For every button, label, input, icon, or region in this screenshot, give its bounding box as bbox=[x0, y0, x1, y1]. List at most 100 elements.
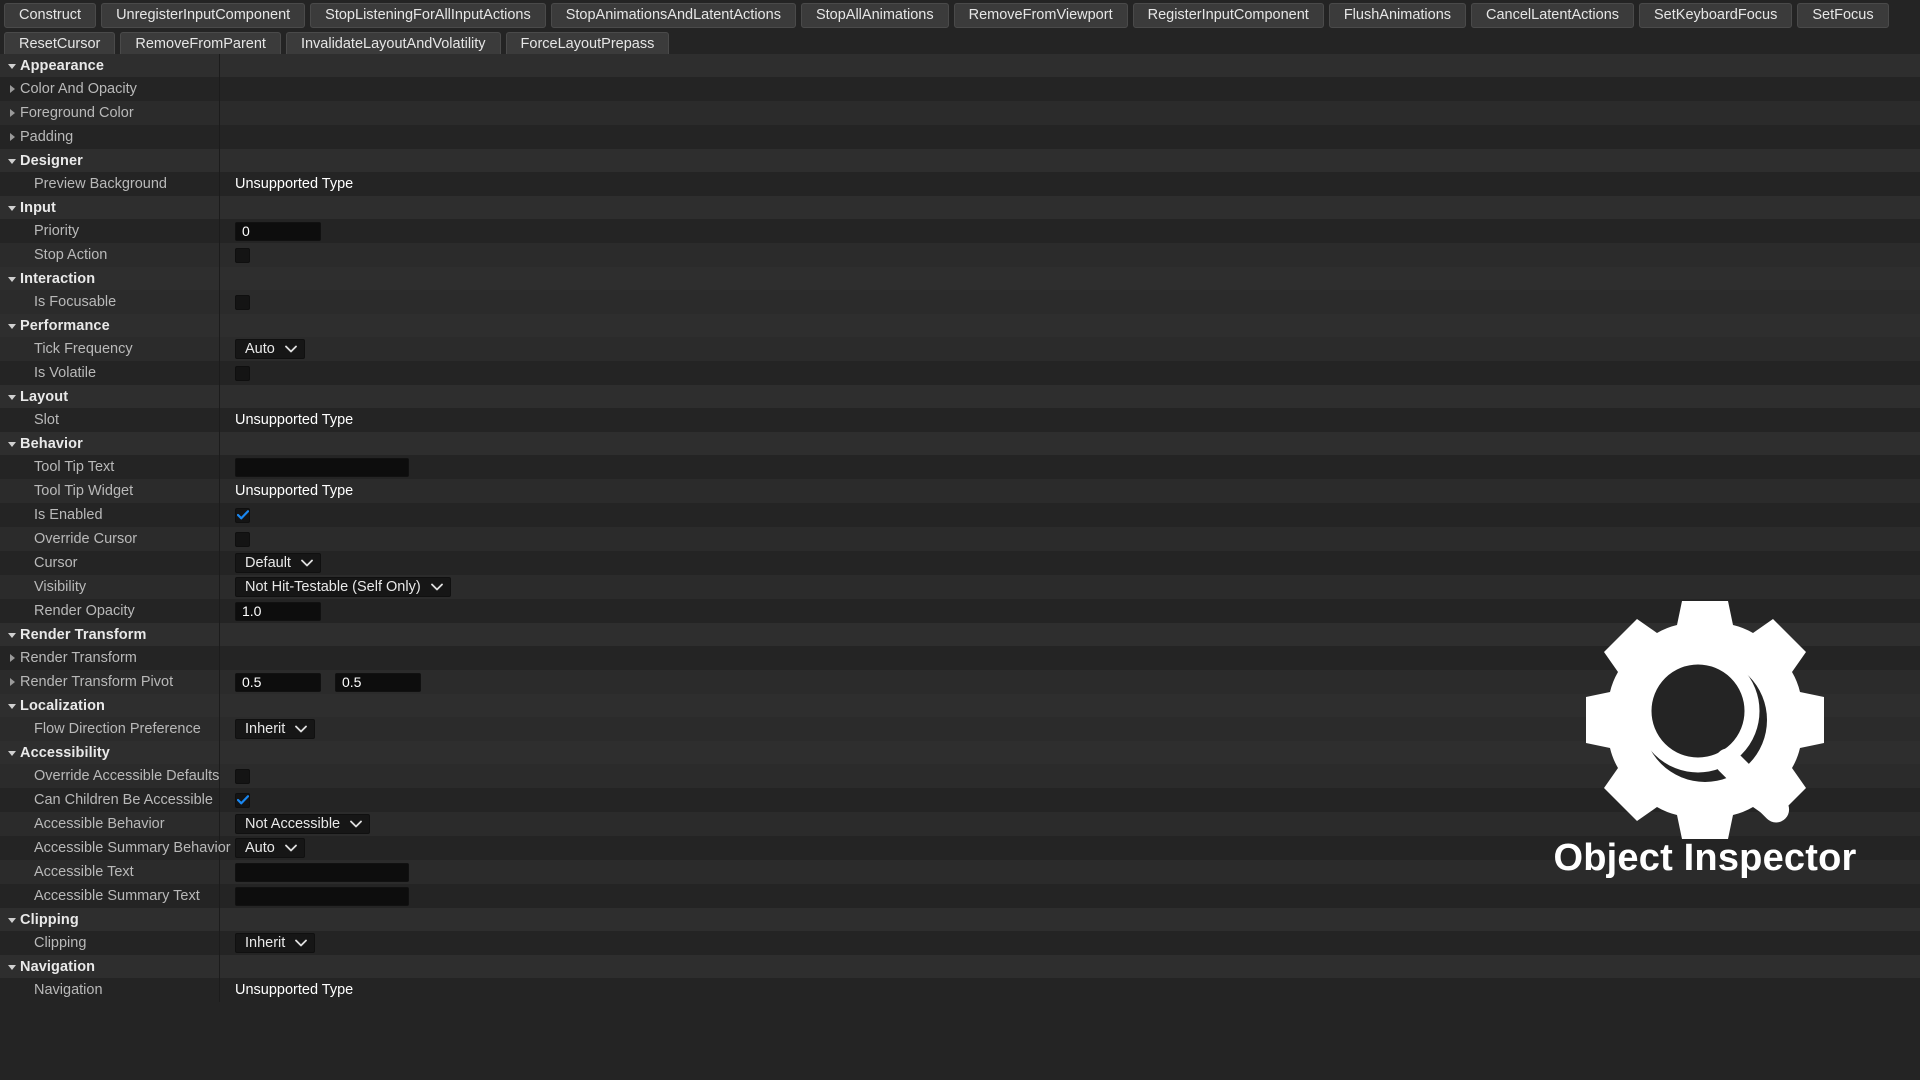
category-header-input[interactable]: Input bbox=[0, 196, 1920, 219]
function-button-resetcursor[interactable]: ResetCursor bbox=[4, 32, 116, 54]
property-label-cell: Tick Frequency bbox=[0, 337, 220, 361]
chevron-down-icon[interactable] bbox=[6, 202, 18, 214]
is-enabled-checkbox[interactable] bbox=[235, 507, 250, 523]
property-value-cell: Unsupported Type bbox=[220, 172, 1920, 196]
property-label: Render Opacity bbox=[34, 603, 135, 619]
function-button-removefromviewport[interactable]: RemoveFromViewport bbox=[953, 3, 1128, 28]
function-button-invalidatelayoutandvolatility[interactable]: InvalidateLayoutAndVolatility bbox=[285, 32, 501, 54]
flow-direction-preference-dropdown[interactable]: Inherit bbox=[235, 719, 316, 739]
function-button-forcelayoutprepass[interactable]: ForceLayoutPrepass bbox=[505, 32, 670, 54]
property-label: Preview Background bbox=[34, 176, 167, 192]
chevron-right-icon[interactable] bbox=[6, 676, 18, 688]
category-header-accessibility[interactable]: Accessibility bbox=[0, 741, 1920, 764]
chevron-down-icon[interactable] bbox=[6, 273, 18, 285]
accessible-summary-text-input[interactable] bbox=[235, 886, 409, 906]
function-button-stoplisteningforallinputactions[interactable]: StopListeningForAllInputActions bbox=[310, 3, 546, 28]
accessible-text-input[interactable] bbox=[235, 862, 409, 882]
category-header-navigation[interactable]: Navigation bbox=[0, 955, 1920, 978]
category-label-cell[interactable]: Input bbox=[0, 196, 220, 219]
chevron-down-icon[interactable] bbox=[6, 320, 18, 332]
category-label-cell[interactable]: Designer bbox=[0, 149, 220, 172]
category-header-appearance[interactable]: Appearance bbox=[0, 54, 1920, 77]
stop-action-checkbox[interactable] bbox=[235, 247, 250, 263]
chevron-down-icon[interactable] bbox=[6, 438, 18, 450]
property-row-accessible-summary-behavior: Accessible Summary Behavior Auto bbox=[0, 836, 1920, 860]
property-row-override-cursor: Override Cursor bbox=[0, 527, 1920, 551]
chevron-right-icon[interactable] bbox=[6, 652, 18, 664]
render-transform-pivot-x-input[interactable] bbox=[235, 672, 321, 692]
tool-tip-text-input[interactable] bbox=[235, 457, 409, 477]
category-label-cell[interactable]: Accessibility bbox=[0, 741, 220, 764]
unsupported-type-value: Unsupported Type bbox=[235, 483, 354, 499]
function-button-cancellatentactions[interactable]: CancelLatentActions bbox=[1471, 3, 1635, 28]
priority-input[interactable] bbox=[235, 221, 321, 241]
category-header-designer[interactable]: Designer bbox=[0, 149, 1920, 172]
property-label-cell: Can Children Be Accessible bbox=[0, 788, 220, 812]
can-children-be-accessible-checkbox[interactable] bbox=[235, 792, 250, 808]
property-row-flow-direction-preference: Flow Direction Preference Inherit bbox=[0, 717, 1920, 741]
category-label: Layout bbox=[20, 388, 69, 405]
function-button-flushanimations[interactable]: FlushAnimations bbox=[1328, 3, 1467, 28]
category-label-cell[interactable]: Layout bbox=[0, 385, 220, 408]
chevron-down-icon[interactable] bbox=[6, 747, 18, 759]
category-header-behavior[interactable]: Behavior bbox=[0, 432, 1920, 455]
chevron-down-icon[interactable] bbox=[6, 60, 18, 72]
chevron-down-icon[interactable] bbox=[6, 155, 18, 167]
category-value-cell bbox=[220, 54, 1920, 77]
function-button-setfocus[interactable]: SetFocus bbox=[1797, 3, 1889, 28]
category-header-layout[interactable]: Layout bbox=[0, 385, 1920, 408]
property-label: Color And Opacity bbox=[20, 81, 137, 97]
category-header-localization[interactable]: Localization bbox=[0, 694, 1920, 717]
category-label-cell[interactable]: Clipping bbox=[0, 908, 220, 931]
function-button-removefromparent[interactable]: RemoveFromParent bbox=[120, 32, 281, 54]
category-label-cell[interactable]: Performance bbox=[0, 314, 220, 337]
property-value-cell bbox=[220, 503, 1920, 527]
category-label: Appearance bbox=[20, 57, 105, 74]
category-header-clipping[interactable]: Clipping bbox=[0, 908, 1920, 931]
cursor-dropdown[interactable]: Default bbox=[235, 553, 321, 573]
chevron-down-icon[interactable] bbox=[6, 961, 18, 973]
function-button-registerinputcomponent[interactable]: RegisterInputComponent bbox=[1132, 3, 1324, 28]
category-label-cell[interactable]: Behavior bbox=[0, 432, 220, 455]
accessible-summary-behavior-dropdown[interactable]: Auto bbox=[235, 838, 305, 858]
property-label-cell: Accessible Summary Text bbox=[0, 884, 220, 908]
property-value-cell: Unsupported Type bbox=[220, 978, 1920, 1002]
category-label-cell[interactable]: Navigation bbox=[0, 955, 220, 978]
visibility-dropdown[interactable]: Not Hit-Testable (Self Only) bbox=[235, 577, 451, 597]
property-label-cell: Navigation bbox=[0, 978, 220, 1002]
function-button-unregisterinputcomponent[interactable]: UnregisterInputComponent bbox=[101, 3, 306, 28]
function-button-construct[interactable]: Construct bbox=[4, 3, 97, 28]
category-label-cell[interactable]: Localization bbox=[0, 694, 220, 717]
property-label: Accessible Text bbox=[34, 864, 134, 880]
tick-frequency-dropdown[interactable]: Auto bbox=[235, 339, 305, 359]
function-button-stopallanimations[interactable]: StopAllAnimations bbox=[800, 3, 949, 28]
category-label-cell[interactable]: Interaction bbox=[0, 267, 220, 290]
category-header-render-transform[interactable]: Render Transform bbox=[0, 623, 1920, 646]
property-label: Accessible Summary Behavior bbox=[34, 840, 231, 856]
property-row-preview-background: Preview Background Unsupported Type bbox=[0, 172, 1920, 196]
chevron-right-icon[interactable] bbox=[6, 83, 18, 95]
accessible-behavior-dropdown[interactable]: Not Accessible bbox=[235, 814, 371, 834]
category-label-cell[interactable]: Render Transform bbox=[0, 623, 220, 646]
category-header-performance[interactable]: Performance bbox=[0, 314, 1920, 337]
is-volatile-checkbox[interactable] bbox=[235, 365, 250, 381]
chevron-right-icon[interactable] bbox=[6, 107, 18, 119]
clipping-dropdown[interactable]: Inherit bbox=[235, 933, 316, 953]
chevron-down-icon[interactable] bbox=[6, 700, 18, 712]
function-button-setkeyboardfocus[interactable]: SetKeyboardFocus bbox=[1639, 3, 1793, 28]
is-focusable-checkbox[interactable] bbox=[235, 294, 250, 310]
category-label: Render Transform bbox=[20, 626, 147, 643]
chevron-down-icon[interactable] bbox=[6, 629, 18, 641]
render-transform-pivot-y-input[interactable] bbox=[335, 672, 421, 692]
property-label-cell: Stop Action bbox=[0, 243, 220, 267]
chevron-down-icon[interactable] bbox=[6, 391, 18, 403]
render-opacity-input[interactable] bbox=[235, 601, 321, 621]
category-header-interaction[interactable]: Interaction bbox=[0, 267, 1920, 290]
override-accessible-defaults-checkbox[interactable] bbox=[235, 768, 250, 784]
override-cursor-checkbox[interactable] bbox=[235, 531, 250, 547]
chevron-right-icon[interactable] bbox=[6, 131, 18, 143]
property-row-cursor: Cursor Default bbox=[0, 551, 1920, 575]
chevron-down-icon[interactable] bbox=[6, 914, 18, 926]
category-label-cell[interactable]: Appearance bbox=[0, 54, 220, 77]
function-button-stopanimationsandlatentactions[interactable]: StopAnimationsAndLatentActions bbox=[550, 3, 796, 28]
